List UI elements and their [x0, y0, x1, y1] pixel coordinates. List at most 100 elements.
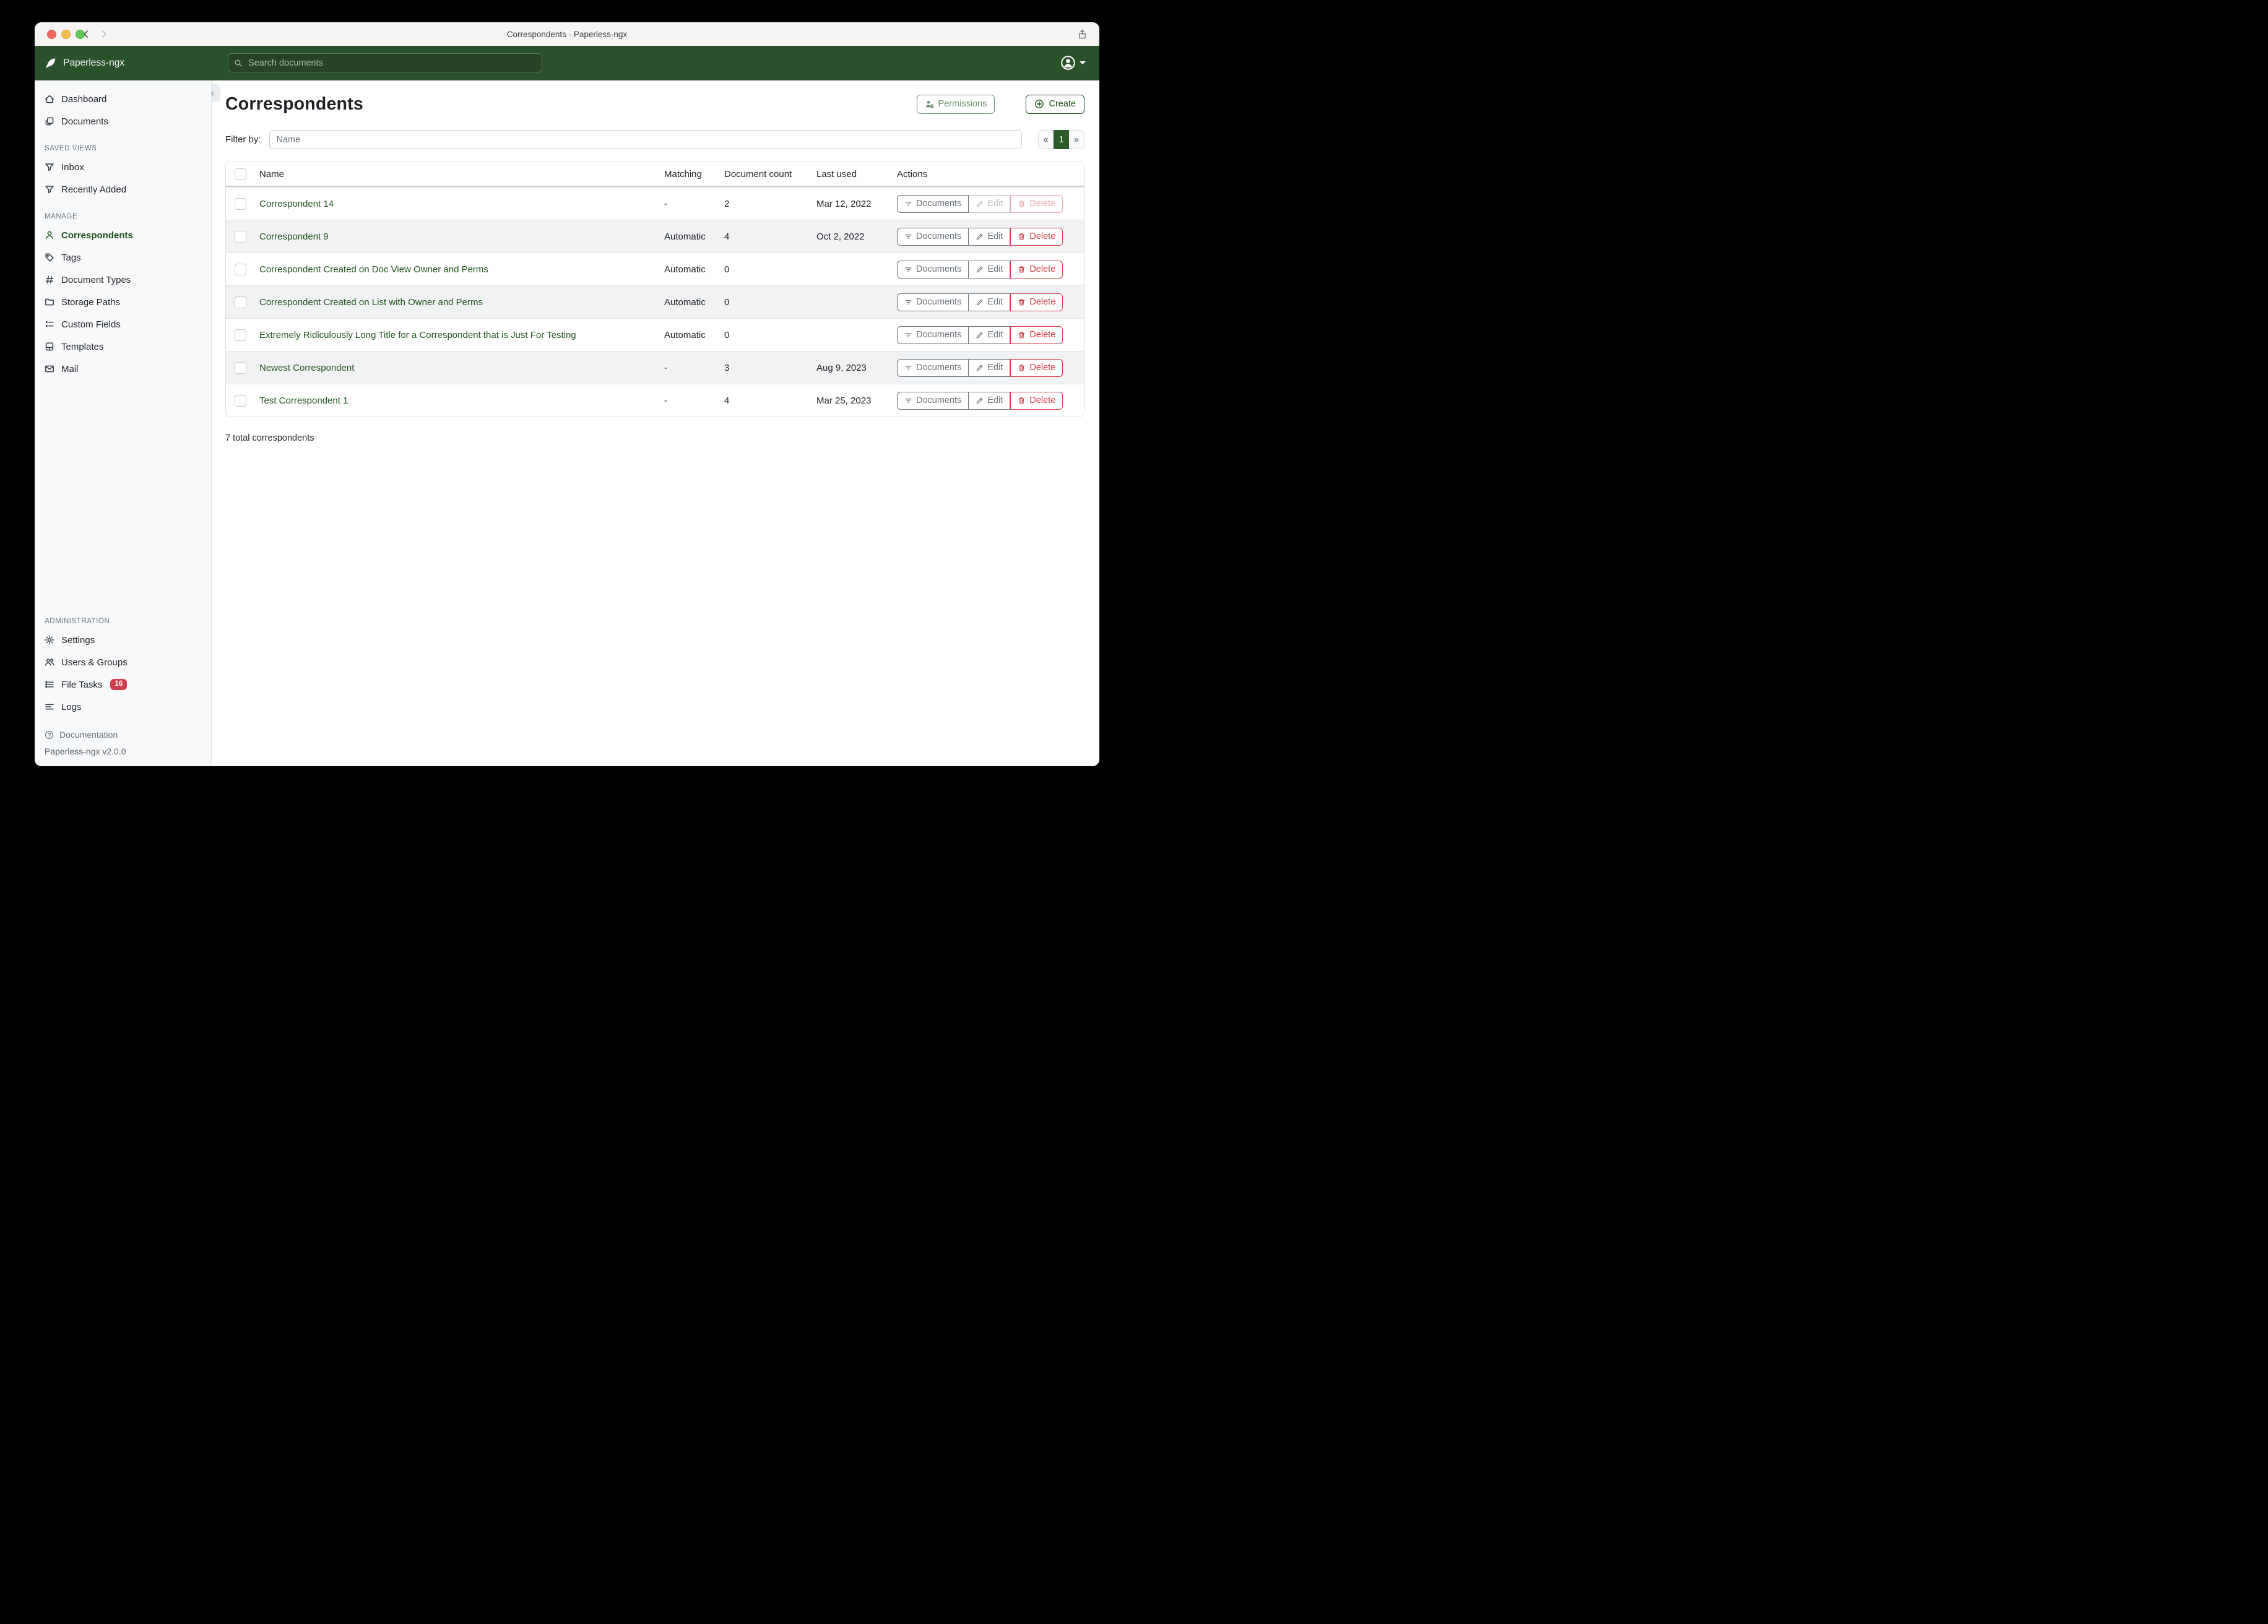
edit-button[interactable]: Edit [969, 228, 1010, 246]
edit-button[interactable]: Edit [969, 261, 1010, 279]
sidebar-item-label: Users & Groups [61, 657, 128, 668]
matching-value: Automatic [659, 297, 719, 308]
documents-button[interactable]: Documents [897, 326, 969, 344]
sidebar-collapse-button[interactable]: « [212, 84, 220, 102]
correspondent-link[interactable]: Correspondent 9 [259, 231, 329, 242]
trash-icon [1018, 298, 1026, 306]
hash-icon [45, 275, 54, 285]
sidebar-item-templates[interactable]: Templates [35, 335, 211, 358]
delete-button[interactable]: Delete [1010, 326, 1063, 344]
sidebar-item-inbox[interactable]: Inbox [35, 156, 211, 178]
row-checkbox[interactable] [235, 198, 246, 210]
leaf-logo-icon [45, 57, 57, 69]
filter-icon [904, 266, 912, 274]
row-checkbox[interactable] [235, 329, 246, 341]
documents-button[interactable]: Documents [897, 228, 969, 246]
pagination-next-button[interactable]: » [1069, 130, 1084, 149]
sidebar-item-file-tasks[interactable]: File Tasks 16 [35, 673, 211, 696]
documents-button[interactable]: Documents [897, 359, 969, 377]
filter-icon [45, 184, 54, 194]
document-count-value: 4 [719, 395, 812, 406]
document-count-value: 2 [719, 199, 812, 209]
sidebar-item-users-groups[interactable]: Users & Groups [35, 651, 211, 673]
pagination: « 1 » [1038, 130, 1084, 149]
delete-button[interactable]: Delete [1010, 195, 1063, 213]
row-checkbox[interactable] [235, 296, 246, 308]
sidebar-item-recently-added[interactable]: Recently Added [35, 178, 211, 201]
delete-label: Delete [1029, 265, 1055, 274]
pagination-current-page[interactable]: 1 [1054, 130, 1069, 149]
documents-label: Documents [916, 298, 961, 307]
main-content: « Correspondents Permissions Create Filt… [212, 80, 1099, 766]
correspondent-link[interactable]: Correspondent 14 [259, 199, 334, 209]
sidebar-item-dashboard[interactable]: Dashboard [35, 88, 211, 110]
row-checkbox[interactable] [235, 362, 246, 374]
documents-label: Documents [916, 396, 961, 405]
pagination-prev-button[interactable]: « [1038, 130, 1054, 149]
delete-button[interactable]: Delete [1010, 228, 1063, 246]
document-count-value: 0 [719, 264, 812, 275]
user-menu[interactable] [1060, 55, 1086, 71]
sidebar-item-document-types[interactable]: Document Types [35, 269, 211, 291]
documents-button[interactable]: Documents [897, 392, 969, 410]
sidebar-item-tags[interactable]: Tags [35, 246, 211, 269]
home-icon [45, 94, 54, 104]
sidebar-item-storage-paths[interactable]: Storage Paths [35, 291, 211, 313]
edit-button[interactable]: Edit [969, 359, 1010, 377]
column-header-document-count: Document count [719, 169, 812, 179]
column-header-actions: Actions [892, 169, 1084, 179]
delete-button[interactable]: Delete [1010, 359, 1063, 377]
search-icon [234, 59, 243, 67]
sidebar-item-custom-fields[interactable]: Custom Fields [35, 313, 211, 335]
documents-button[interactable]: Documents [897, 261, 969, 279]
edit-button[interactable]: Edit [969, 326, 1010, 344]
sidebar-item-label: Storage Paths [61, 297, 120, 308]
sidebar-item-label: Recently Added [61, 184, 126, 195]
documentation-link[interactable]: Documentation [35, 725, 211, 744]
matching-value: - [659, 363, 719, 373]
filter-icon [904, 397, 912, 405]
documents-button[interactable]: Documents [897, 293, 969, 311]
correspondent-link[interactable]: Correspondent Created on Doc View Owner … [259, 264, 488, 275]
edit-button[interactable]: Edit [969, 293, 1010, 311]
delete-button[interactable]: Delete [1010, 261, 1063, 279]
sidebar-item-label: File Tasks [61, 680, 102, 690]
trash-icon [1018, 364, 1026, 372]
delete-label: Delete [1029, 298, 1055, 307]
share-icon[interactable] [1075, 27, 1089, 41]
row-checkbox[interactable] [235, 231, 246, 243]
delete-label: Delete [1029, 363, 1055, 373]
sidebar-item-settings[interactable]: Settings [35, 629, 211, 651]
permissions-button[interactable]: Permissions [917, 95, 995, 114]
correspondent-link[interactable]: Extremely Ridiculously Long Title for a … [259, 330, 576, 340]
delete-label: Delete [1029, 199, 1055, 209]
documents-button[interactable]: Documents [897, 195, 969, 213]
sidebar-item-mail[interactable]: Mail [35, 358, 211, 380]
logs-icon [45, 702, 54, 712]
avatar-icon [1060, 55, 1076, 71]
select-all-checkbox[interactable] [235, 168, 246, 180]
filter-name-input[interactable] [269, 130, 1022, 149]
sidebar-item-logs[interactable]: Logs [35, 696, 211, 718]
filter-icon [45, 162, 54, 172]
row-checkbox[interactable] [235, 264, 246, 275]
delete-button[interactable]: Delete [1010, 293, 1063, 311]
create-button[interactable]: Create [1026, 95, 1084, 114]
filter-icon [904, 298, 912, 306]
sidebar-item-documents[interactable]: Documents [35, 110, 211, 132]
correspondent-link[interactable]: Test Correspondent 1 [259, 395, 348, 406]
delete-button[interactable]: Delete [1010, 392, 1063, 410]
edit-button[interactable]: Edit [969, 195, 1010, 213]
search-input[interactable] [247, 58, 536, 69]
brand[interactable]: Paperless-ngx [45, 46, 124, 80]
sidebar-item-label: Tags [61, 253, 81, 263]
last-used-value: Oct 2, 2022 [812, 231, 892, 242]
edit-label: Edit [987, 363, 1003, 373]
matching-value: - [659, 199, 719, 209]
row-checkbox[interactable] [235, 395, 246, 407]
sidebar-item-correspondents[interactable]: Correspondents [35, 224, 211, 246]
correspondent-link[interactable]: Newest Correspondent [259, 363, 354, 373]
edit-button[interactable]: Edit [969, 392, 1010, 410]
tasks-icon [45, 680, 54, 689]
correspondent-link[interactable]: Correspondent Created on List with Owner… [259, 297, 483, 308]
